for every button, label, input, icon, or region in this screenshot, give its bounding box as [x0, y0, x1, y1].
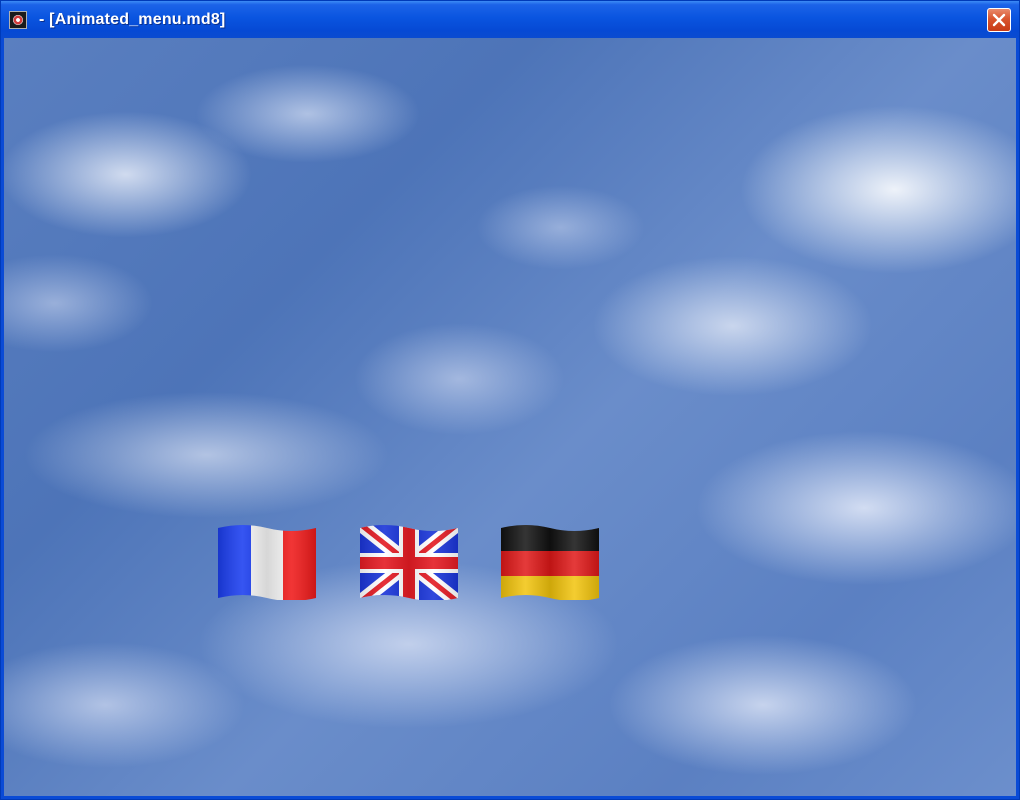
flag-germany-icon: [501, 525, 599, 600]
flag-uk-icon: [360, 525, 458, 600]
flag-france-icon: [218, 525, 316, 600]
application-window: - [Animated_menu.md8]: [0, 0, 1020, 800]
sky-background: [4, 38, 1016, 796]
flag-france-button[interactable]: [218, 524, 316, 600]
flag-germany-button[interactable]: [501, 524, 599, 600]
window-title: - [Animated_menu.md8]: [39, 10, 226, 28]
close-icon: [992, 13, 1006, 27]
flag-uk-button[interactable]: [360, 524, 458, 600]
app-icon[interactable]: [9, 10, 27, 29]
title-bar[interactable]: - [Animated_menu.md8]: [1, 1, 1019, 38]
close-button[interactable]: [987, 8, 1011, 32]
